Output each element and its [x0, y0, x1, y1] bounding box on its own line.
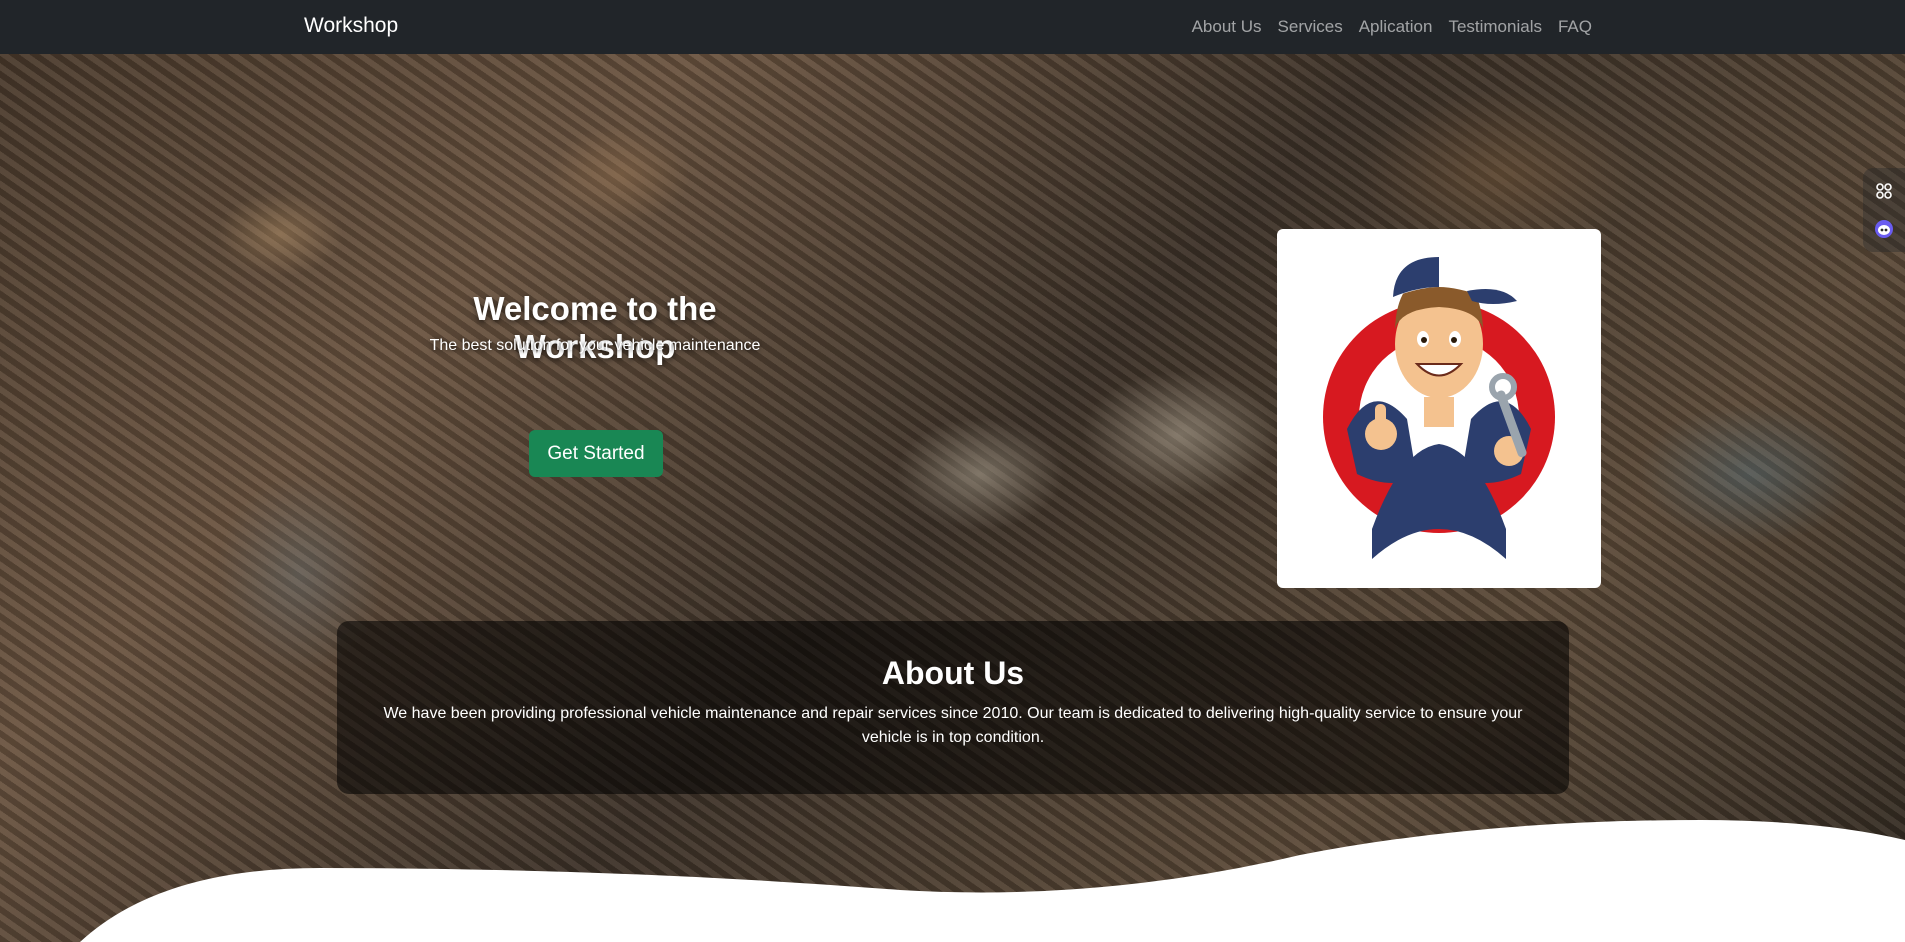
brand-link[interactable]: Workshop — [304, 14, 398, 38]
nav-link-about[interactable]: About Us — [1192, 17, 1262, 37]
about-text: We have been providing professional vehi… — [383, 705, 1523, 746]
nav-link-application[interactable]: Aplication — [1359, 17, 1433, 37]
mechanic-mascot-icon — [1323, 257, 1555, 559]
get-started-button[interactable]: Get Started — [529, 430, 663, 477]
about-title: About Us — [881, 655, 1025, 691]
side-toolbar — [1863, 168, 1905, 252]
nav-links: About Us Services Aplication Testimonial… — [1192, 17, 1592, 37]
navbar: Workshop About Us Services Aplication Te… — [0, 0, 1905, 54]
nav-link-testimonials[interactable]: Testimonials — [1448, 17, 1542, 37]
about-section: About Us We have been providing professi… — [337, 621, 1569, 794]
assistant-icon[interactable] — [1875, 220, 1893, 238]
nav-link-faq[interactable]: FAQ — [1558, 17, 1592, 37]
grid-icon[interactable] — [1875, 182, 1893, 200]
nav-link-services[interactable]: Services — [1278, 17, 1343, 37]
hero-subtitle: The best solution for your vehicle maint… — [429, 337, 761, 354]
mascot-card — [1277, 229, 1601, 588]
wave-divider — [0, 820, 1905, 942]
